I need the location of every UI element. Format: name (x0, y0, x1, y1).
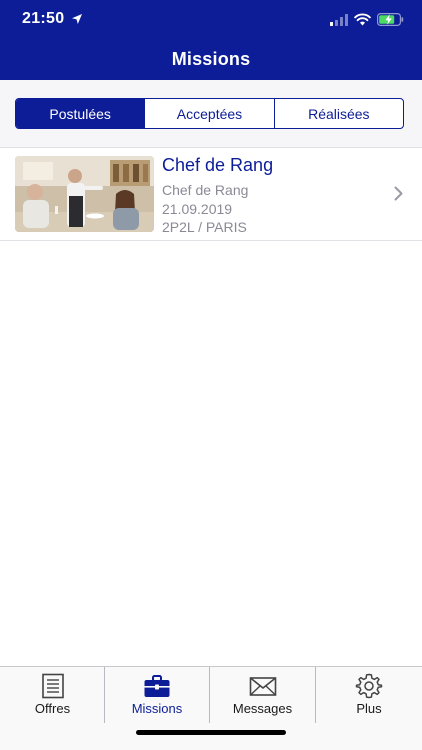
tab-plus[interactable]: Plus (315, 667, 422, 723)
mission-status-segmented-control: Postulées Acceptées Réalisées (15, 98, 404, 129)
app-header: 21:50 Missions (0, 0, 422, 80)
chevron-right-icon (394, 186, 403, 201)
wifi-icon (354, 13, 371, 26)
tab-label: Missions (131, 701, 183, 716)
tab-messages[interactable]: Messages (209, 667, 315, 723)
gear-icon (355, 673, 383, 699)
mission-title: Chef de Rang (162, 155, 274, 175)
status-time: 21:50 (22, 10, 65, 27)
briefcase-icon (144, 675, 170, 697)
home-indicator[interactable] (136, 730, 286, 735)
cellular-signal-icon (330, 14, 348, 26)
tab-missions[interactable]: Missions (104, 667, 209, 723)
tab-label: Messages (232, 701, 293, 716)
mission-company: 2P2L / PARIS (162, 219, 247, 235)
envelope-icon (249, 677, 276, 696)
document-list-icon (41, 673, 64, 699)
status-bar: 21:50 (0, 0, 422, 40)
page-title: Missions (171, 49, 251, 69)
tab-label: Plus (356, 701, 382, 716)
tab-label: Offres (34, 701, 71, 716)
mission-list: Chef de Rang Chef de Rang 21.09.2019 2P2… (0, 148, 422, 241)
segment-bar: Postulées Acceptées Réalisées (0, 80, 422, 148)
mission-photo (15, 156, 154, 232)
mission-list-item[interactable]: Chef de Rang Chef de Rang 21.09.2019 2P2… (0, 148, 422, 241)
segment-postulees[interactable]: Postulées (16, 99, 145, 128)
mission-date: 21.09.2019 (162, 201, 233, 217)
tab-bar: Offres Missions Messages Plus (0, 666, 422, 750)
mission-role: Chef de Rang (162, 182, 249, 198)
segment-acceptees[interactable]: Acceptées (144, 99, 273, 128)
battery-charging-icon (377, 13, 404, 26)
location-arrow-icon (72, 14, 82, 24)
tab-offres[interactable]: Offres (0, 667, 105, 723)
segment-realisees[interactable]: Réalisées (273, 99, 403, 128)
